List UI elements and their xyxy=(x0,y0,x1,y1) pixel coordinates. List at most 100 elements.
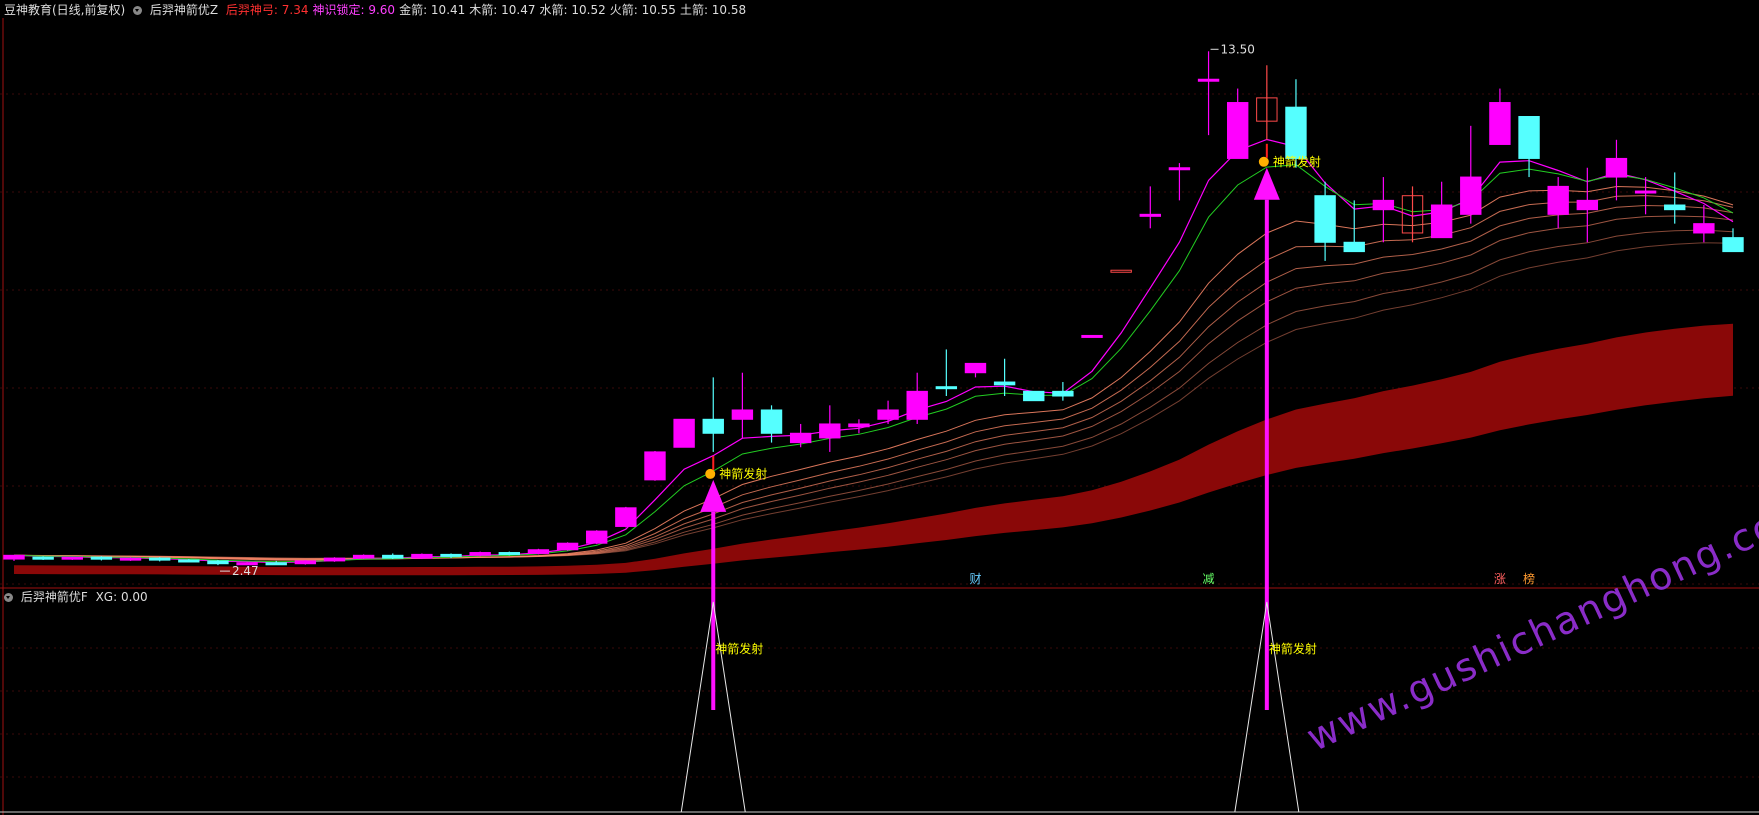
candle-body xyxy=(1634,190,1657,194)
candle xyxy=(1518,116,1540,178)
candle-body xyxy=(1285,106,1307,159)
candle-body xyxy=(819,423,841,439)
signal-markers: 神箭发射 神箭发射 xyxy=(700,143,1321,710)
chart-annotations: 13.50 2.47 财 减 涨 榜 xyxy=(219,42,1535,586)
candle-body xyxy=(119,557,142,561)
candlesticks[interactable] xyxy=(3,51,1744,566)
candle xyxy=(615,506,637,528)
candle xyxy=(411,553,433,560)
candle xyxy=(1110,269,1132,273)
candle xyxy=(964,362,987,378)
candle xyxy=(702,377,724,452)
candle-body xyxy=(323,557,346,562)
candle-body xyxy=(411,553,433,559)
candle-body xyxy=(178,559,200,563)
candle-body xyxy=(1168,167,1191,171)
candle-body xyxy=(32,556,54,560)
candle xyxy=(586,530,608,545)
xg-series xyxy=(680,601,1300,813)
candle-body xyxy=(789,432,812,444)
candle-body xyxy=(148,557,171,561)
candle-body xyxy=(469,552,491,556)
candle xyxy=(877,400,899,424)
signal-arrow-0: 神箭发射 xyxy=(700,455,767,710)
candle-body xyxy=(527,549,550,554)
kline-chart[interactable]: 神箭发射神箭发射 神箭发射 神箭发射 13.502.47财减涨榜 xyxy=(0,0,1759,815)
candle-body xyxy=(1518,116,1540,159)
sub-header: 后羿神箭优F XG: 0.00 xyxy=(4,588,152,605)
candle-body xyxy=(760,409,783,434)
main-header: 豆神教育(日线,前复权) 后羿神箭优Z 后羿神弓: 7.34 神识锁定: 9.60… xyxy=(4,1,754,18)
band-area xyxy=(14,323,1733,576)
candle-body xyxy=(848,423,870,428)
marker-3: 榜 xyxy=(1523,571,1535,586)
candle-body xyxy=(877,409,899,420)
candle xyxy=(1197,51,1220,136)
candle xyxy=(848,419,870,434)
candle-body xyxy=(1197,78,1220,82)
hand-icon xyxy=(705,468,716,479)
candle xyxy=(90,556,113,561)
arrow-head xyxy=(700,479,727,512)
candle xyxy=(673,418,695,448)
xg-signal-label: 神箭发射 xyxy=(715,641,763,656)
candle-body xyxy=(906,390,928,420)
candle xyxy=(906,372,928,424)
candle-body xyxy=(294,560,317,565)
candle-body xyxy=(1664,204,1686,211)
candle xyxy=(1314,181,1336,261)
candle-body xyxy=(1547,185,1569,215)
candle-body xyxy=(3,554,25,560)
candle-body xyxy=(1693,223,1715,234)
indicator-value-0: 后羿神弓: 7.34 xyxy=(225,3,309,17)
candle-body xyxy=(1023,390,1045,402)
indicator-settings-icon[interactable] xyxy=(133,6,143,15)
candle-body xyxy=(1052,390,1074,397)
candle xyxy=(294,559,317,565)
candle xyxy=(1139,186,1161,229)
candle xyxy=(3,554,25,561)
candle-body xyxy=(1110,269,1132,273)
candle-body xyxy=(1489,102,1511,145)
indicator-value-5: 火箭: 10.55 xyxy=(609,3,676,17)
candle-body xyxy=(1343,241,1365,253)
candle xyxy=(1081,334,1103,338)
candle xyxy=(556,542,579,551)
indicator-value-4: 水箭: 10.52 xyxy=(539,3,606,17)
indicator-values: 后羿神弓: 7.34 神识锁定: 9.60 金箭: 10.41 木箭: 10.47 水箭… xyxy=(226,3,750,17)
candle-body xyxy=(1722,237,1744,253)
candle xyxy=(731,372,754,438)
green-line xyxy=(13,164,1734,563)
marker-2: 涨 xyxy=(1494,571,1506,586)
sub-indicator-name[interactable]: 后羿神箭优F xyxy=(21,590,88,604)
candle xyxy=(148,557,171,562)
candle-body xyxy=(673,418,695,448)
sub-indicator-value: XG: 0.00 xyxy=(95,590,148,604)
candle xyxy=(789,423,812,448)
candle-body xyxy=(1314,195,1336,243)
high-label: 13.50 xyxy=(1221,42,1255,56)
indicator-name[interactable]: 后羿神箭优Z xyxy=(150,3,218,17)
candle xyxy=(1256,65,1278,140)
candle-body xyxy=(1372,199,1395,211)
candle xyxy=(61,556,83,560)
candle-body xyxy=(265,562,287,566)
low-label: 2.47 xyxy=(232,564,259,578)
candle-body xyxy=(1139,213,1161,217)
hand-icon xyxy=(1258,156,1269,167)
candle xyxy=(935,349,958,397)
candle xyxy=(819,405,841,452)
indicator-value-1: 神识锁定: 9.60 xyxy=(312,3,396,17)
candle-body xyxy=(207,560,229,565)
sub-indicator-settings-icon[interactable] xyxy=(4,593,13,602)
candle-body xyxy=(1605,157,1628,178)
candle-body xyxy=(352,554,375,559)
candle-body xyxy=(382,554,404,559)
xg-signal-label: 神箭发射 xyxy=(1269,641,1317,656)
candle xyxy=(119,557,142,561)
candle xyxy=(993,358,1016,397)
candle-body xyxy=(1576,199,1599,211)
candle-body xyxy=(440,553,462,557)
candle-body xyxy=(498,552,521,556)
candle-body xyxy=(61,556,83,560)
